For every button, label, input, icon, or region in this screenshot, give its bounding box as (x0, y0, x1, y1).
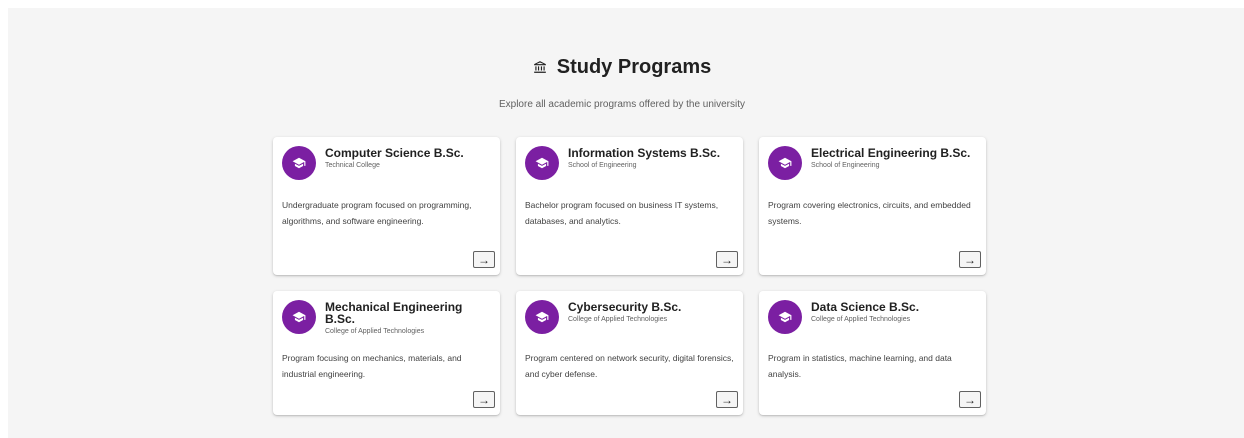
page-subtitle: Explore all academic programs offered by… (498, 99, 746, 110)
program-title: Data Science B.Sc. (811, 300, 920, 314)
open-program-button[interactable]: → (959, 391, 981, 408)
graduation-cap-icon (535, 157, 549, 169)
program-college: School of Engineering (568, 162, 637, 169)
page-title-text: Study Programs (556, 55, 712, 78)
open-program-button[interactable]: → (473, 251, 495, 268)
program-title: Cybersecurity B.Sc. (568, 300, 682, 314)
program-college: Technical College (325, 162, 380, 169)
program-card: Mechanical Engineering B.Sc. College of … (273, 291, 500, 415)
arrow-right-icon: → (721, 252, 733, 267)
open-program-button[interactable]: → (959, 251, 981, 268)
arrow-right-icon: → (964, 252, 976, 267)
graduation-cap-icon (535, 311, 549, 323)
graduation-cap-icon (292, 157, 306, 169)
open-program-button[interactable]: → (716, 251, 738, 268)
program-title: Mechanical Engineering B.Sc. (325, 300, 463, 326)
program-title: Computer Science B.Sc. (325, 146, 464, 160)
graduation-cap-icon (778, 311, 792, 323)
program-college: College of Applied Technologies (325, 328, 425, 335)
program-description: Program focusing on mechanics, materials… (282, 353, 462, 379)
page-title: Study Programs (533, 53, 711, 81)
program-card: Electrical Engineering B.Sc. School of E… (759, 137, 986, 275)
program-description: Undergraduate program focused on program… (282, 200, 472, 226)
program-description: Program covering electronics, circuits, … (768, 200, 971, 226)
arrow-right-icon: → (964, 392, 976, 407)
program-description: Program centered on network security, di… (525, 353, 734, 379)
program-description: Bachelor program focused on business IT … (525, 200, 719, 226)
program-avatar (525, 146, 559, 180)
program-college: College of Applied Technologies (811, 316, 911, 323)
program-grid: Computer Science B.Sc. Technical College… (273, 137, 986, 415)
program-avatar (768, 146, 802, 180)
arrow-right-icon: → (478, 392, 490, 407)
institution-icon (533, 61, 546, 73)
program-card: Computer Science B.Sc. Technical College… (273, 137, 500, 275)
arrow-right-icon: → (478, 252, 490, 267)
program-description: Program in statistics, machine learning,… (768, 353, 952, 379)
program-avatar (525, 300, 559, 334)
program-avatar (282, 146, 316, 180)
program-college: School of Engineering (811, 162, 880, 169)
program-title: Electrical Engineering B.Sc. (811, 146, 971, 160)
program-card: Data Science B.Sc. College of Applied Te… (759, 291, 986, 415)
program-card: Information Systems B.Sc. School of Engi… (516, 137, 743, 275)
program-title: Information Systems B.Sc. (568, 146, 721, 160)
program-college: College of Applied Technologies (568, 316, 668, 323)
graduation-cap-icon (778, 157, 792, 169)
arrow-right-icon: → (721, 392, 733, 407)
graduation-cap-icon (292, 311, 306, 323)
open-program-button[interactable]: → (716, 391, 738, 408)
page-header: Study Programs (0, 53, 1244, 81)
program-avatar (282, 300, 316, 334)
program-card: Cybersecurity B.Sc. College of Applied T… (516, 291, 743, 415)
open-program-button[interactable]: → (473, 391, 495, 408)
program-avatar (768, 300, 802, 334)
